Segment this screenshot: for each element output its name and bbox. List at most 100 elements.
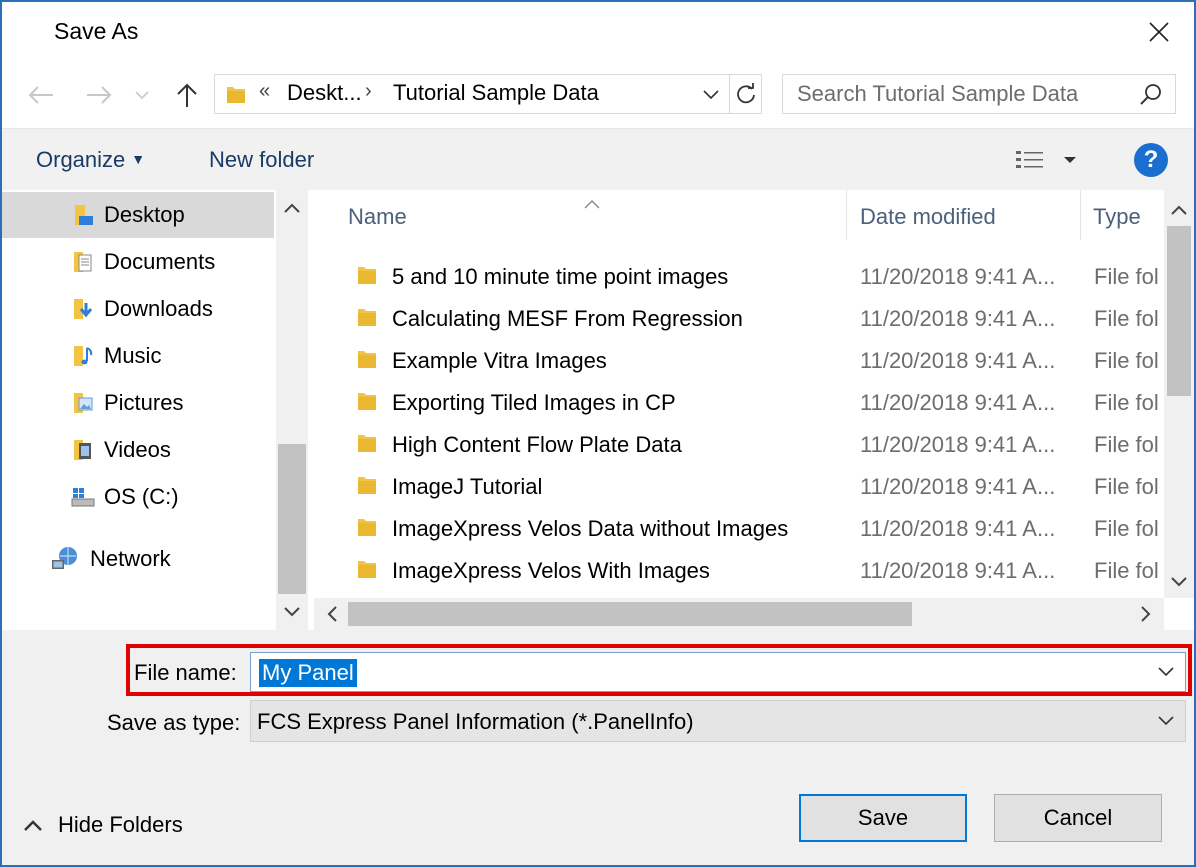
scroll-up-button[interactable]	[1164, 194, 1194, 226]
file-name-history-dropdown[interactable]	[1151, 657, 1181, 687]
scroll-down-button[interactable]	[1164, 566, 1194, 598]
new-folder-button[interactable]: New folder	[209, 147, 314, 173]
file-date: 11/20/2018 9:41 A...	[860, 432, 1056, 457]
column-divider[interactable]	[1080, 190, 1081, 240]
scroll-right-button[interactable]	[1130, 598, 1162, 630]
up-button[interactable]	[170, 78, 204, 112]
back-button[interactable]	[24, 78, 58, 112]
help-button[interactable]: ?	[1134, 143, 1168, 177]
forward-button[interactable]	[82, 78, 116, 112]
search-input[interactable]	[783, 75, 1123, 113]
file-row[interactable]: ImageXpress Velos Data without Images 11…	[314, 508, 1164, 550]
file-name: ImageXpress Velos Data without Images	[392, 516, 789, 541]
scroll-up-button[interactable]	[276, 192, 308, 224]
column-header-type[interactable]: Type	[1093, 204, 1141, 230]
file-row[interactable]: Exporting Tiled Images in CP 11/20/2018 …	[314, 382, 1164, 424]
chevron-left-icon	[327, 606, 337, 622]
file-type: File fol	[1094, 348, 1159, 373]
file-date: 11/20/2018 9:41 A...	[860, 306, 1056, 331]
file-date: 11/20/2018 9:41 A...	[860, 474, 1056, 499]
file-row[interactable]: ImageJ Tutorial 11/20/2018 9:41 A... Fil…	[314, 466, 1164, 508]
file-list: Name Date modified Type 5 and 10 minute …	[314, 190, 1194, 630]
sidebar-item-network[interactable]: Network	[2, 536, 274, 582]
file-list-vertical-scrollbar[interactable]	[1164, 190, 1194, 598]
window-title: Save As	[54, 18, 139, 44]
file-name: Calculating MESF From Regression	[392, 306, 743, 331]
navigation-pane: Desktop Documents Downloads Music Pictur…	[2, 190, 308, 630]
sidebar-item-label: Downloads	[104, 296, 213, 321]
chevron-down-icon	[1158, 716, 1174, 726]
address-bar[interactable]: « Deskt... › Tutorial Sample Data	[214, 74, 762, 114]
column-header-name[interactable]: Name	[348, 204, 407, 230]
file-type: File fol	[1094, 558, 1159, 583]
search-icon[interactable]	[1139, 83, 1163, 113]
column-divider[interactable]	[846, 190, 847, 240]
breadcrumb-separator[interactable]: ›	[365, 80, 372, 103]
hide-folders-button[interactable]: Hide Folders	[24, 812, 183, 838]
pictures-icon	[70, 390, 96, 416]
sidebar-item-videos[interactable]: Videos	[2, 427, 274, 473]
recent-locations-button[interactable]	[132, 78, 152, 112]
organize-label: Organize	[36, 147, 126, 172]
chevron-up-icon	[24, 819, 46, 831]
save-as-type-value: FCS Express Panel Information (*.PanelIn…	[257, 709, 694, 734]
sidebar-item-os-drive[interactable]: OS (C:)	[2, 474, 274, 520]
file-name: Example Vitra Images	[392, 348, 607, 373]
close-icon	[1149, 22, 1169, 42]
scroll-left-button[interactable]	[316, 598, 348, 630]
scroll-down-button[interactable]	[276, 596, 308, 628]
refresh-button[interactable]	[729, 75, 762, 113]
file-name-value[interactable]: My Panel	[259, 659, 357, 687]
folder-icon	[356, 432, 378, 460]
file-date: 11/20/2018 9:41 A...	[860, 390, 1056, 415]
save-options-panel: File name: My Panel Save as type: FCS Ex…	[2, 630, 1194, 865]
file-row[interactable]: 5 and 10 minute time point images 11/20/…	[314, 256, 1164, 298]
change-view-button[interactable]	[1012, 145, 1048, 175]
address-dropdown-button[interactable]	[693, 75, 729, 113]
chevron-down-icon	[135, 91, 149, 100]
sidebar-item-documents[interactable]: Documents	[2, 239, 274, 285]
search-box[interactable]	[782, 74, 1176, 114]
sort-ascending-icon	[584, 190, 600, 216]
file-name: High Content Flow Plate Data	[392, 432, 682, 457]
sidebar-item-music[interactable]: Music	[2, 333, 274, 379]
column-header-date-modified[interactable]: Date modified	[860, 204, 996, 230]
save-button[interactable]: Save	[799, 794, 967, 842]
caret-down-icon: ▼	[131, 151, 146, 167]
up-arrow-icon	[177, 83, 197, 107]
command-toolbar: Organize ▼ New folder ?	[2, 128, 1194, 190]
file-row[interactable]: ImageXpress Velos With Images 11/20/2018…	[314, 550, 1164, 592]
file-date: 11/20/2018 9:41 A...	[860, 264, 1056, 289]
close-button[interactable]	[1124, 2, 1194, 62]
file-list-horizontal-scrollbar[interactable]	[314, 598, 1164, 630]
scrollbar-thumb[interactable]	[278, 444, 306, 594]
view-options-dropdown[interactable]	[1058, 145, 1082, 175]
save-as-type-dropdown[interactable]	[1151, 706, 1181, 736]
folder-icon	[356, 264, 378, 292]
folder-icon	[356, 348, 378, 376]
sidebar-item-pictures[interactable]: Pictures	[2, 380, 274, 426]
address-overflow[interactable]: «	[259, 80, 270, 103]
chevron-down-icon	[703, 90, 719, 99]
file-row[interactable]: Calculating MESF From Regression 11/20/2…	[314, 298, 1164, 340]
caret-down-icon	[1064, 157, 1076, 163]
sidebar-item-desktop[interactable]: Desktop	[2, 192, 274, 238]
details-view-icon	[1016, 151, 1043, 168]
file-date: 11/20/2018 9:41 A...	[860, 348, 1056, 373]
navigation-pane-scrollbar[interactable]	[276, 190, 308, 630]
breadcrumb-current-folder[interactable]: Tutorial Sample Data	[393, 80, 599, 106]
save-as-type-select[interactable]: FCS Express Panel Information (*.PanelIn…	[250, 700, 1186, 742]
organize-menu[interactable]: Organize ▼	[36, 147, 145, 173]
cancel-button[interactable]: Cancel	[994, 794, 1162, 842]
file-row[interactable]: Example Vitra Images 11/20/2018 9:41 A..…	[314, 340, 1164, 382]
sidebar-item-downloads[interactable]: Downloads	[2, 286, 274, 332]
scrollbar-thumb[interactable]	[1167, 226, 1191, 396]
file-name: ImageXpress Velos With Images	[392, 558, 710, 583]
file-row[interactable]: High Content Flow Plate Data 11/20/2018 …	[314, 424, 1164, 466]
documents-icon	[70, 249, 96, 275]
breadcrumb-desktop[interactable]: Deskt...	[287, 80, 362, 106]
file-name-field[interactable]: My Panel	[250, 652, 1186, 692]
file-name: Exporting Tiled Images in CP	[392, 390, 676, 415]
scrollbar-thumb[interactable]	[348, 602, 912, 626]
folder-icon	[356, 474, 378, 502]
